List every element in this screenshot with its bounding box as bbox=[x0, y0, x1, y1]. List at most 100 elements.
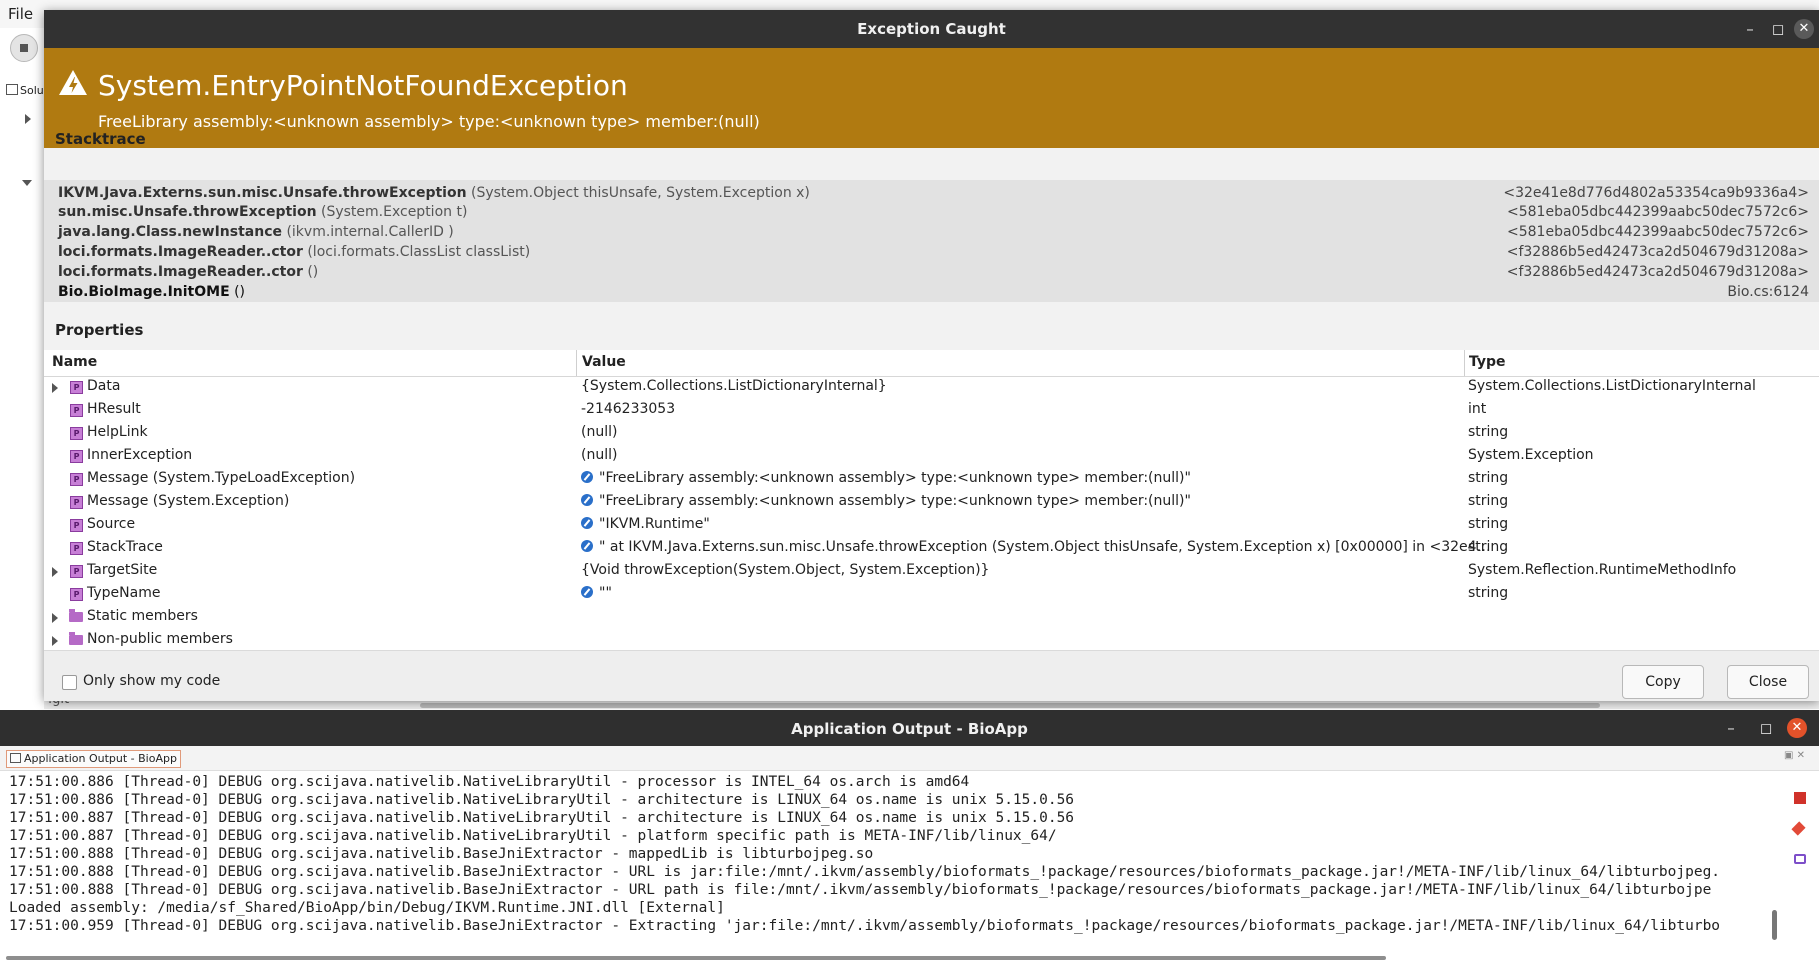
table-row[interactable]: P InnerException (null) System.Exception bbox=[44, 446, 1819, 469]
solution-pad-tab[interactable]: Solu bbox=[6, 84, 46, 104]
copy-button[interactable]: Copy bbox=[1622, 665, 1704, 699]
output-tabbar: Application Output - BioApp ▣ ✕ bbox=[0, 746, 1819, 771]
stacktrace-label: Stacktrace bbox=[55, 130, 146, 148]
log-line: 17:51:00.888 [Thread-0] DEBUG org.scijav… bbox=[9, 846, 874, 862]
stop-icon[interactable] bbox=[1794, 792, 1806, 804]
property-value: "" bbox=[581, 585, 1496, 601]
table-row[interactable]: Non-public members bbox=[44, 630, 1819, 650]
output-close-icon[interactable]: ✕ bbox=[1787, 718, 1807, 738]
edit-value-icon[interactable] bbox=[581, 471, 593, 483]
frame-location: <f32886b5ed42473ca2d504679d31208a> bbox=[1506, 264, 1809, 280]
column-name-header[interactable]: Name bbox=[52, 354, 97, 370]
property-value: -2146233053 bbox=[581, 401, 676, 417]
table-row[interactable]: P StackTrace " at IKVM.Java.Externs.sun.… bbox=[44, 538, 1819, 561]
only-my-code-checkbox[interactable] bbox=[62, 675, 77, 690]
clear-output-icon[interactable] bbox=[1791, 821, 1806, 836]
stack-frame[interactable]: loci.formats.ImageReader..ctor () <f32886… bbox=[58, 264, 1809, 284]
terminal-icon bbox=[10, 753, 21, 763]
property-name: StackTrace bbox=[87, 539, 163, 555]
only-my-code-label[interactable]: Only show my code bbox=[83, 673, 220, 689]
property-value: (null) bbox=[581, 447, 618, 463]
frame-location: <32e41e8d776d4802a53354ca9b9336a4> bbox=[1503, 185, 1809, 201]
expand-arrow-icon[interactable] bbox=[52, 613, 58, 623]
property-name: Non-public members bbox=[87, 631, 233, 647]
property-value-text: "FreeLibrary assembly:<unknown assembly>… bbox=[599, 470, 1191, 486]
property-icon: P bbox=[70, 473, 83, 486]
ide-horizontal-scrollbar[interactable] bbox=[420, 703, 1600, 708]
table-row[interactable]: P Message (System.Exception) "FreeLibrar… bbox=[44, 492, 1819, 515]
stack-frame[interactable]: Bio.BioImage.InitOME () Bio.cs:6124 bbox=[58, 284, 1809, 304]
frame-location: <f32886b5ed42473ca2d504679d31208a> bbox=[1506, 244, 1809, 260]
table-row[interactable]: P HResult -2146233053 int bbox=[44, 400, 1819, 423]
application-output-window: Application Output - BioApp – ◻ ✕ Applic… bbox=[0, 710, 1819, 964]
property-type: string bbox=[1468, 493, 1509, 509]
table-row[interactable]: P HelpLink (null) string bbox=[44, 423, 1819, 446]
maximize-icon[interactable]: ◻ bbox=[1749, 710, 1783, 746]
exception-type: System.EntryPointNotFoundException bbox=[98, 69, 628, 102]
property-value-text: "IKVM.Runtime" bbox=[599, 516, 710, 532]
stack-frame[interactable]: sun.misc.Unsafe.throwException (System.E… bbox=[58, 204, 1809, 224]
property-icon: P bbox=[70, 450, 83, 463]
log-line: 17:51:00.888 [Thread-0] DEBUG org.scijav… bbox=[9, 864, 1721, 880]
property-value: (null) bbox=[581, 424, 618, 440]
property-name: Message (System.Exception) bbox=[87, 493, 290, 509]
stack-frame[interactable]: loci.formats.ImageReader..ctor (loci.for… bbox=[58, 244, 1809, 264]
property-value: "FreeLibrary assembly:<unknown assembly>… bbox=[581, 493, 1496, 509]
close-button[interactable]: Close bbox=[1727, 665, 1809, 699]
property-value-text: "FreeLibrary assembly:<unknown assembly>… bbox=[599, 493, 1191, 509]
exception-dialog: Exception Caught – ◻ ✕ System.EntryPoint… bbox=[44, 10, 1819, 701]
column-separator[interactable] bbox=[1464, 350, 1465, 376]
dialog-close-icon[interactable]: ✕ bbox=[1794, 19, 1814, 39]
expand-arrow-icon[interactable] bbox=[52, 567, 58, 577]
expand-arrow-icon[interactable] bbox=[52, 636, 58, 646]
folder-icon bbox=[69, 609, 83, 622]
output-log[interactable]: 17:51:00.886 [Thread-0] DEBUG org.scijav… bbox=[9, 773, 1771, 943]
frame-location: <581eba05dbc442399aabc50dec7572c6> bbox=[1507, 224, 1809, 240]
edit-value-icon[interactable] bbox=[581, 517, 593, 529]
maximize-icon[interactable]: ◻ bbox=[1761, 10, 1795, 48]
property-icon: P bbox=[70, 427, 83, 440]
column-separator[interactable] bbox=[576, 350, 577, 376]
pad-options-icon[interactable]: ▣ ✕ bbox=[1784, 750, 1805, 761]
edit-value-icon[interactable] bbox=[581, 540, 593, 552]
stack-frame[interactable]: java.lang.Class.newInstance (ikvm.intern… bbox=[58, 224, 1809, 244]
output-vertical-scrollbar[interactable] bbox=[1772, 910, 1777, 940]
property-name: HelpLink bbox=[87, 424, 148, 440]
minimize-icon[interactable]: – bbox=[1714, 710, 1748, 746]
folder-icon bbox=[69, 632, 83, 645]
table-row[interactable]: P Data {System.Collections.ListDictionar… bbox=[44, 377, 1819, 400]
table-row[interactable]: P TypeName "" string bbox=[44, 584, 1819, 607]
table-row[interactable]: P TargetSite {Void throwException(System… bbox=[44, 561, 1819, 584]
frame-method: loci.formats.ImageReader..ctor bbox=[58, 264, 303, 280]
frame-location: Bio.cs:6124 bbox=[1727, 284, 1809, 300]
property-icon: P bbox=[70, 542, 83, 555]
output-titlebar: Application Output - BioApp – ◻ ✕ bbox=[0, 710, 1819, 746]
menu-file[interactable]: File bbox=[8, 5, 33, 23]
stop-run-button[interactable] bbox=[10, 34, 38, 62]
stack-frame[interactable]: IKVM.Java.Externs.sun.misc.Unsafe.throwE… bbox=[58, 185, 1809, 205]
expand-arrow-icon[interactable] bbox=[52, 383, 58, 393]
column-type-header[interactable]: Type bbox=[1469, 354, 1506, 370]
table-row[interactable]: Static members bbox=[44, 607, 1819, 630]
frame-method: IKVM.Java.Externs.sun.misc.Unsafe.throwE… bbox=[58, 185, 467, 201]
edit-value-icon[interactable] bbox=[581, 586, 593, 598]
property-value: {System.Collections.ListDictionaryIntern… bbox=[581, 378, 887, 394]
property-type: int bbox=[1468, 401, 1487, 417]
table-row[interactable]: P Message (System.TypeLoadException) "Fr… bbox=[44, 469, 1819, 492]
property-value: "FreeLibrary assembly:<unknown assembly>… bbox=[581, 470, 1496, 486]
property-name: Message (System.TypeLoadException) bbox=[87, 470, 356, 486]
table-row[interactable]: P Source "IKVM.Runtime" string bbox=[44, 515, 1819, 538]
column-value-header[interactable]: Value bbox=[582, 354, 626, 370]
log-line: Loaded assembly: /media/sf_Shared/BioApp… bbox=[9, 900, 725, 916]
tree-expand-arrow-icon[interactable] bbox=[25, 114, 31, 124]
property-type: string bbox=[1468, 585, 1509, 601]
property-name: InnerException bbox=[87, 447, 193, 463]
output-horizontal-scrollbar[interactable] bbox=[6, 956, 1386, 960]
log-line: 17:51:00.888 [Thread-0] DEBUG org.scijav… bbox=[9, 882, 1712, 898]
word-wrap-icon[interactable] bbox=[1794, 854, 1806, 864]
edit-value-icon[interactable] bbox=[581, 494, 593, 506]
tree-collapse-arrow-icon[interactable] bbox=[22, 180, 32, 186]
output-tab[interactable]: Application Output - BioApp bbox=[6, 750, 181, 768]
property-icon: P bbox=[70, 565, 83, 578]
frame-args: () bbox=[302, 264, 319, 280]
